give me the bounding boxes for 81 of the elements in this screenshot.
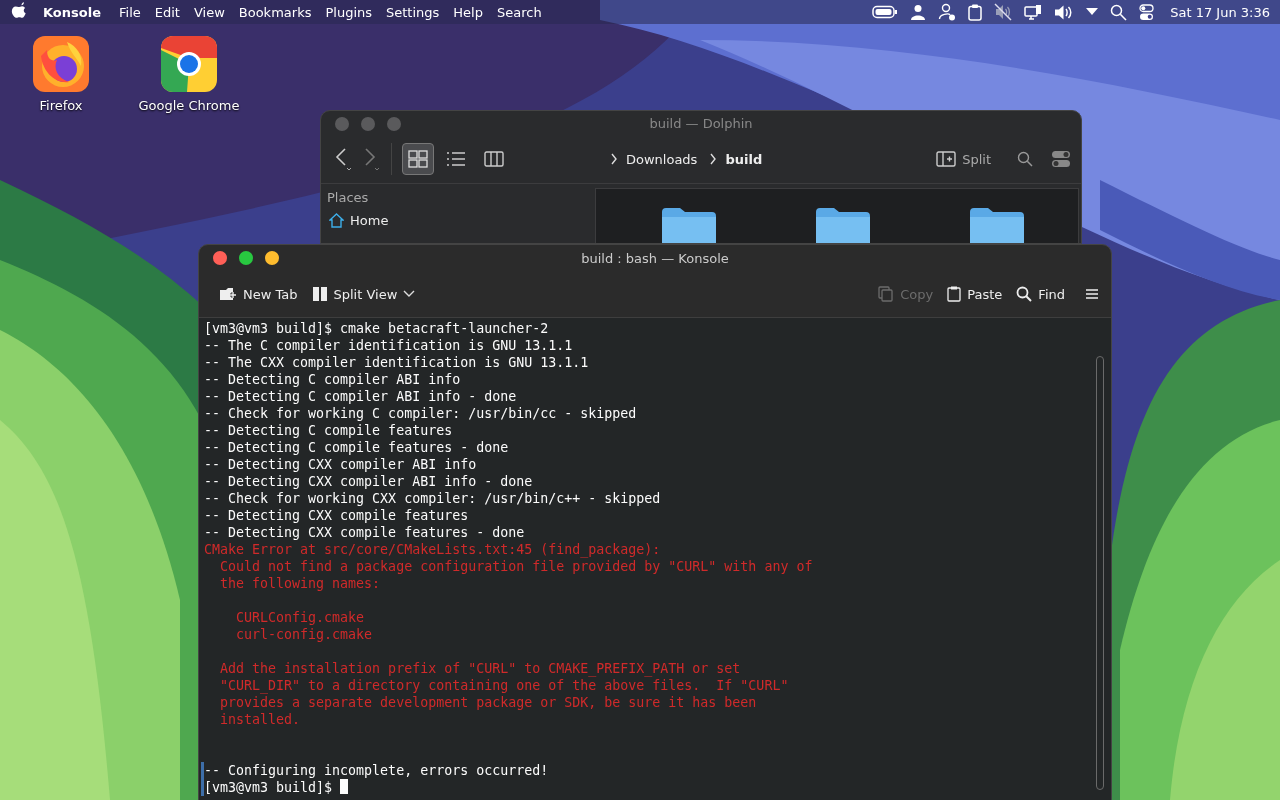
house-icon <box>329 213 344 228</box>
output-line: -- Detecting C compiler ABI info <box>204 371 462 388</box>
breadcrumb-item[interactable]: build <box>725 151 763 167</box>
split-view-icon <box>311 286 328 302</box>
output-line: [vm3@vm3 build]$ cmake betacraft-launcher-2 <box>204 320 550 337</box>
text-cursor <box>340 779 349 794</box>
split-pane-icon <box>936 151 957 167</box>
output-line: -- Detecting CXX compiler ABI info - done <box>204 473 534 490</box>
user-status-icon[interactable] <box>938 3 957 21</box>
split-button[interactable]: Split <box>930 150 997 168</box>
menu-item[interactable]: Settings <box>386 4 440 20</box>
error-line: "CURL_DIR" to a directory containing one of the above files. If "CURL" <box>219 677 790 694</box>
chevron-icon <box>610 153 618 165</box>
error-line: the following names: <box>219 575 382 592</box>
error-line: Add the installation prefix of "CURL" to CMAKE_PREFIX_PATH or set <box>219 660 742 677</box>
menu-item[interactable]: View <box>193 4 225 20</box>
search-icon[interactable] <box>1017 151 1033 167</box>
fox-globe-icon[interactable] <box>33 36 89 92</box>
error-line: curl-config.cmake <box>235 626 374 643</box>
chevron-icon <box>709 153 718 165</box>
toolbar-button[interactable]: Split View <box>307 282 420 306</box>
grid-icon <box>408 150 428 168</box>
output-line: -- Detecting CXX compile features <box>204 507 470 524</box>
copy-icon <box>878 286 895 302</box>
clipboard-icon[interactable] <box>968 3 983 21</box>
desktop-icon-label[interactable]: Google Chrome <box>138 98 240 113</box>
error-line: provides a separate development package or SDK, be sure it has been <box>219 694 758 711</box>
caret-icon[interactable] <box>1086 8 1099 16</box>
user-icon[interactable] <box>910 4 927 20</box>
section-heading: Places <box>327 190 370 205</box>
output-line: -- Detecting C compile features - done <box>204 439 510 456</box>
output-line: -- Detecting C compile features <box>204 422 454 439</box>
battery-icon[interactable] <box>872 5 899 19</box>
menu-icon[interactable] <box>1085 288 1099 300</box>
menu-item[interactable]: Search <box>497 4 542 20</box>
window-title: build : bash — Konsole <box>581 250 729 266</box>
toggles-icon[interactable] <box>1139 3 1155 21</box>
output-line: -- Configuring incomplete, errors occurred! <box>204 762 1091 779</box>
output-line: -- Detecting CXX compiler ABI info <box>204 456 478 473</box>
clock[interactable]: Sat 17 Jun 3:36 <box>1170 4 1270 20</box>
list-icon <box>446 151 466 167</box>
output-line: -- The C compiler identification is GNU 13.1.1 <box>204 337 574 354</box>
app-name[interactable]: Konsole <box>43 4 101 20</box>
error-line: installed. <box>219 711 302 728</box>
maximize-button[interactable] <box>239 251 253 265</box>
toggles-icon[interactable] <box>1051 150 1071 168</box>
clipboard-icon <box>947 286 962 302</box>
window-title: build — Dolphin <box>649 115 753 131</box>
breadcrumb-item[interactable]: Downloads <box>626 151 698 167</box>
output-line: -- The CXX compiler identification is GNU 13.1.1 <box>204 354 590 371</box>
minimize-button[interactable] <box>265 251 279 265</box>
view-mode-button[interactable] <box>402 143 434 175</box>
error-line: CMake Error at src/core/CMakeLists.txt:45 (find_package): <box>204 541 662 558</box>
menu-item[interactable]: Edit <box>154 4 180 20</box>
menu-item[interactable]: Help <box>453 4 483 20</box>
menu-item[interactable]: Bookmarks <box>238 4 312 20</box>
toolbar-button[interactable]: Paste <box>943 282 1007 306</box>
sidebar-item[interactable]: Home <box>327 212 589 229</box>
chevron-down-icon <box>403 290 416 298</box>
search-icon[interactable] <box>1110 3 1128 21</box>
columns-icon <box>484 151 504 167</box>
folder-icon[interactable] <box>968 206 1026 243</box>
toolbar-button[interactable]: Find <box>1012 282 1069 306</box>
output-line: -- Check for working C compiler: /usr/bin/cc - skipped <box>204 405 638 422</box>
error-line: CURLConfig.cmake <box>235 609 366 626</box>
folder-icon[interactable] <box>814 206 872 243</box>
prompt-line: [vm3@vm3 build]$ <box>204 780 334 795</box>
output-line: -- Detecting CXX compile features - done <box>204 524 526 541</box>
desktop-icon-label[interactable]: Firefox <box>39 98 83 113</box>
close-button[interactable] <box>213 251 227 265</box>
folder-icon[interactable] <box>660 206 718 243</box>
output-line: -- Detecting C compiler ABI info - done <box>204 388 518 405</box>
error-line: Could not find a package configuration file provided by "CURL" with any of <box>219 558 814 575</box>
new-tab-icon <box>219 286 237 302</box>
muted-speaker-icon[interactable] <box>994 3 1013 21</box>
menu-item[interactable]: Plugins <box>325 4 372 20</box>
output-line: -- Check for working CXX compiler: /usr/bin/c++ - skipped <box>204 490 662 507</box>
chrome-logo-icon[interactable] <box>161 36 217 92</box>
search-icon <box>1016 286 1033 302</box>
menu-item[interactable]: File <box>119 4 141 20</box>
toolbar-button[interactable]: New Tab <box>215 282 302 306</box>
